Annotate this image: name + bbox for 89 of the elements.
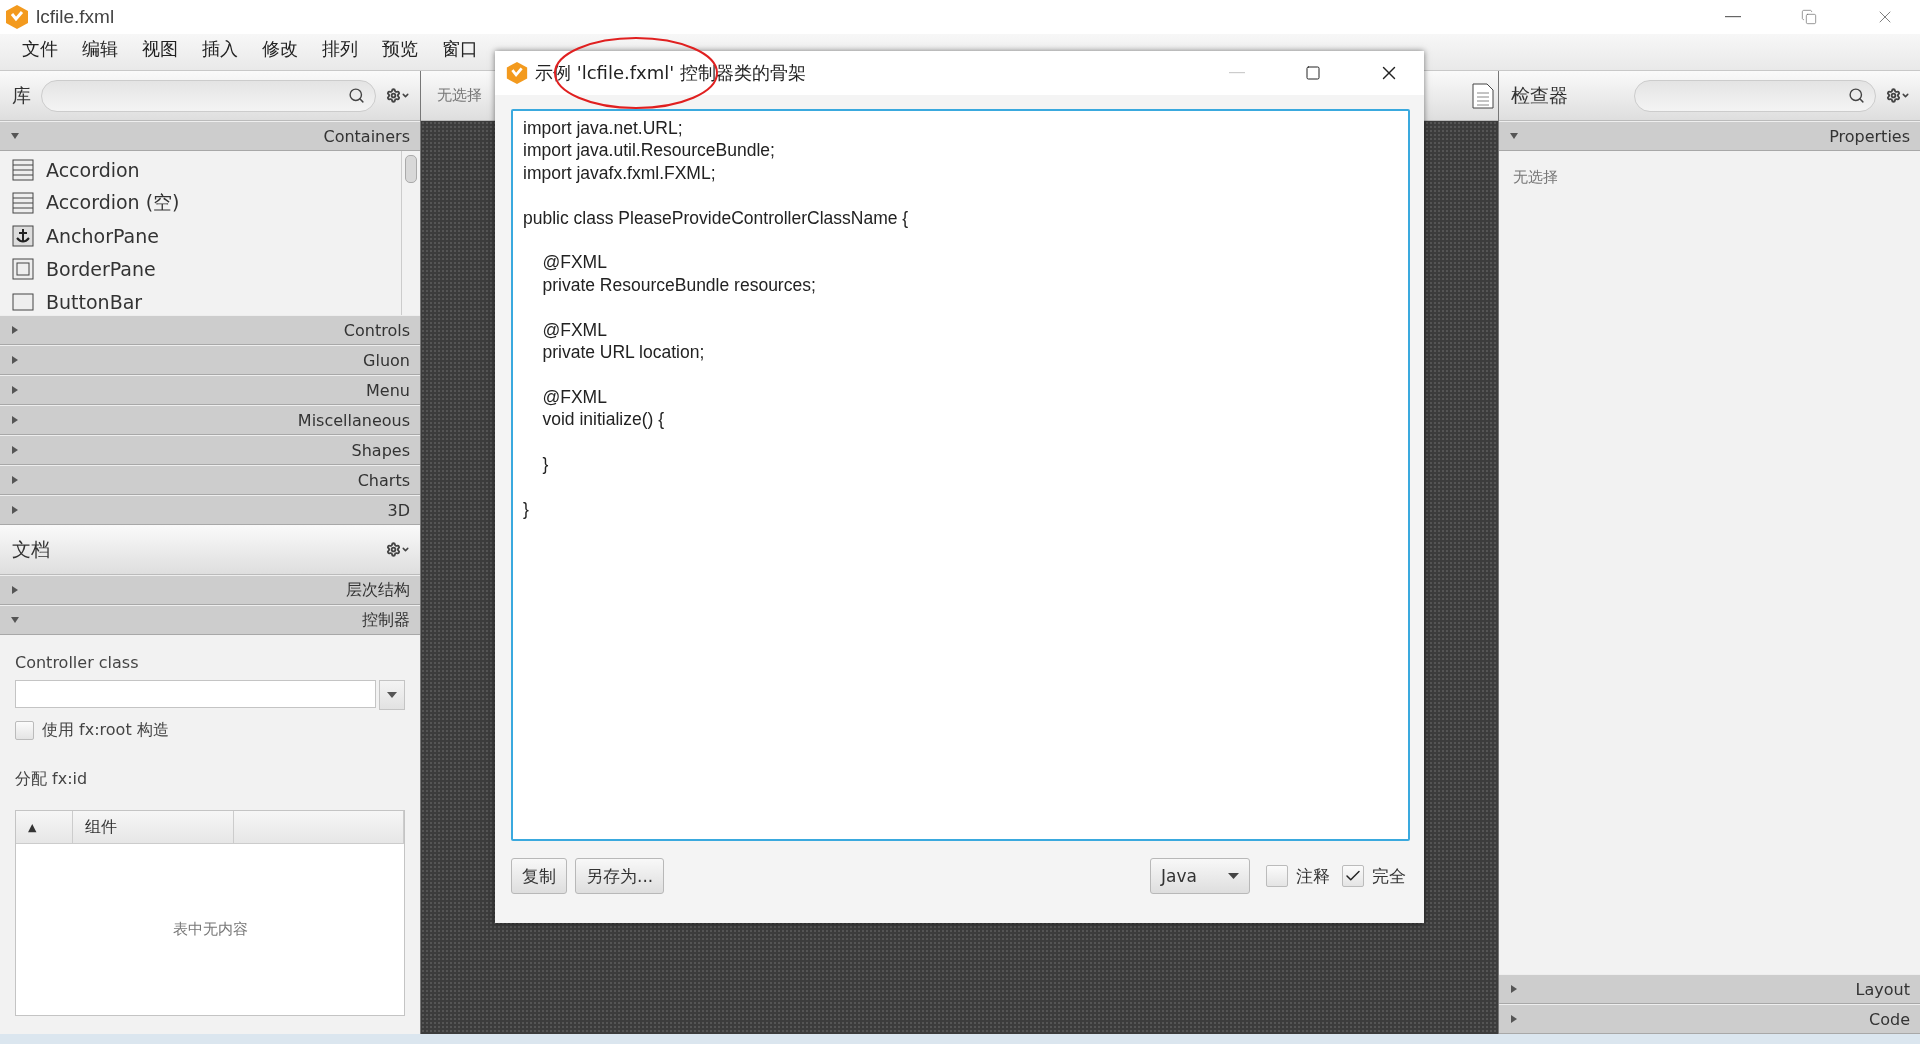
menu-item[interactable]: 文件 — [10, 34, 70, 64]
checkbox[interactable] — [1342, 865, 1364, 887]
settings-menu-button[interactable] — [386, 88, 410, 103]
menu-item[interactable]: 编辑 — [70, 34, 130, 64]
section-header[interactable]: Menu — [0, 375, 420, 405]
expand-arrow-icon — [1509, 1014, 1519, 1024]
expand-arrow-icon — [10, 505, 20, 515]
controller-class-field[interactable] — [15, 680, 376, 708]
library-item[interactable]: AnchorPane — [46, 224, 159, 247]
dialog-button[interactable]: 复制 — [511, 858, 567, 894]
gear-icon — [386, 542, 401, 557]
minimize-icon — [1725, 16, 1741, 18]
expand-arrow-icon — [10, 325, 20, 335]
minimize-icon — [1229, 72, 1245, 74]
checkbox-label: 使用 fx:root 构造 — [42, 720, 169, 741]
section-header[interactable]: Miscellaneous — [0, 405, 420, 435]
sort-indicator[interactable]: ▲ — [28, 820, 37, 834]
library-item[interactable]: Accordion — [46, 158, 140, 181]
checkbox-label: 完全 — [1372, 864, 1406, 888]
restore-icon — [1801, 9, 1817, 25]
panel-title: 文档 — [12, 536, 50, 562]
window-title: lcfile.fxml — [36, 6, 116, 28]
section-header[interactable]: Charts — [0, 465, 420, 495]
selection-label: 无选择 — [437, 86, 482, 105]
caret-icon — [1901, 91, 1910, 100]
menu-item[interactable]: 预览 — [370, 34, 430, 64]
column-header[interactable]: 组件 — [85, 816, 117, 838]
section-header[interactable]: Containers — [0, 121, 420, 151]
expand-arrow-icon — [1509, 984, 1519, 994]
menu-item[interactable]: 插入 — [190, 34, 250, 64]
empty-table-text: 表中无内容 — [172, 920, 248, 939]
menu-item[interactable]: 窗口 — [430, 34, 490, 64]
search-field[interactable] — [41, 79, 376, 112]
app-logo-icon — [4, 4, 30, 30]
expand-arrow-icon — [10, 445, 20, 455]
settings-menu-button[interactable] — [1886, 88, 1910, 103]
expand-arrow-icon — [10, 385, 20, 395]
search-icon — [1848, 87, 1865, 104]
expand-arrow-icon — [10, 585, 20, 595]
checkbox-label: 注释 — [1296, 864, 1330, 888]
dialog-button[interactable]: 另存为... — [575, 858, 665, 894]
dropdown-button[interactable] — [379, 680, 405, 710]
app-logo-icon — [505, 61, 529, 85]
language-select[interactable]: Java — [1150, 858, 1250, 894]
empty-selection-text: 无选择 — [1513, 168, 1558, 186]
gear-icon — [386, 88, 401, 103]
section-header[interactable]: Gluon — [0, 345, 420, 375]
accordion-icon — [12, 158, 34, 181]
menu-item[interactable]: 视图 — [130, 34, 190, 64]
section-header[interactable]: Code — [1499, 1004, 1920, 1034]
scrollbar[interactable] — [401, 151, 420, 315]
panel-title: 库 — [12, 82, 31, 108]
field-label: Controller class — [15, 653, 140, 672]
library-item[interactable]: BorderPane — [46, 257, 156, 280]
collapse-arrow-icon — [10, 131, 20, 141]
caret-icon — [401, 91, 410, 100]
section-header[interactable]: 层次结构 — [0, 575, 420, 605]
expand-arrow-icon — [10, 475, 20, 485]
checkbox[interactable] — [15, 721, 34, 740]
maximize-icon — [1305, 65, 1321, 81]
menu-item[interactable]: 修改 — [250, 34, 310, 64]
section-header[interactable]: Layout — [1499, 974, 1920, 1004]
border-pane-icon — [12, 257, 34, 280]
section-label: 分配 fx:id — [15, 769, 89, 790]
code-text-area[interactable]: import java.net.URL; import java.util.ResourceBundle; import javafx.fxml.FXML; public class PleaseProvideControllerClassName { @FXML private ResourceBundle resources; @FXML private URL location; @FXML void initialize() { } } — [511, 109, 1410, 841]
menu-item[interactable]: 排列 — [310, 34, 370, 64]
caret-icon — [387, 692, 397, 698]
section-header[interactable]: Shapes — [0, 435, 420, 465]
panel-title: 检查器 — [1511, 82, 1568, 108]
expand-arrow-icon — [10, 355, 20, 365]
caret-icon — [401, 545, 410, 554]
expand-arrow-icon — [10, 415, 20, 425]
section-header[interactable]: 3D — [0, 495, 420, 525]
collapse-arrow-icon — [10, 615, 20, 625]
section-header[interactable]: Controls — [0, 315, 420, 345]
search-field[interactable] — [1634, 79, 1876, 112]
settings-menu-button[interactable] — [386, 542, 410, 557]
document-icon[interactable] — [1472, 82, 1494, 109]
library-item[interactable]: ButtonBar — [46, 290, 143, 313]
section-header[interactable]: 控制器 — [0, 605, 420, 635]
checkbox[interactable] — [1266, 865, 1288, 887]
gear-icon — [1886, 88, 1901, 103]
accordion-icon — [12, 191, 34, 214]
caret-icon — [1228, 873, 1239, 879]
collapse-arrow-icon — [1509, 131, 1519, 141]
library-item[interactable]: Accordion (空) — [46, 189, 180, 216]
section-header[interactable]: Properties — [1499, 121, 1920, 151]
search-icon — [348, 87, 365, 104]
anchor-icon — [12, 224, 34, 247]
